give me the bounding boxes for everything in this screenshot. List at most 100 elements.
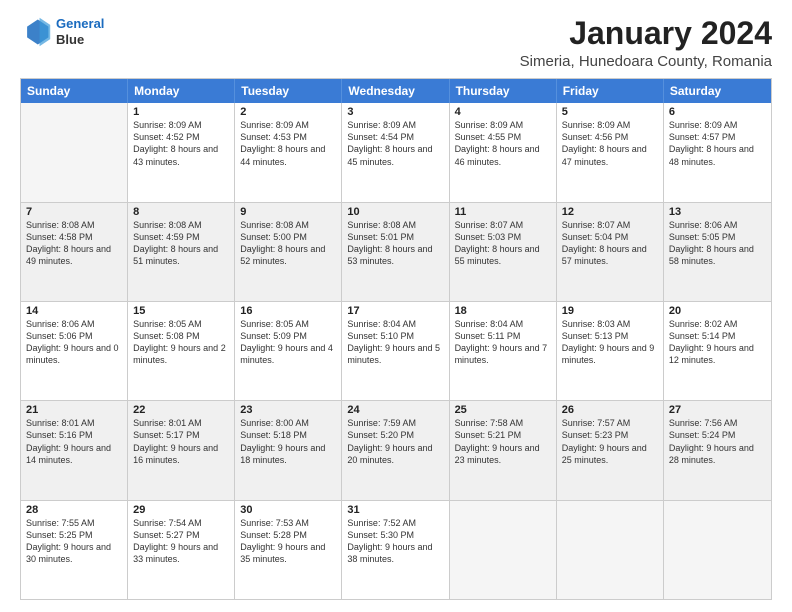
day-cell-3: 3Sunrise: 8:09 AMSunset: 4:54 PMDaylight… xyxy=(342,103,449,201)
main-title: January 2024 xyxy=(520,16,772,51)
day-number: 24 xyxy=(347,404,443,416)
day-number: 15 xyxy=(133,305,229,317)
day-number: 26 xyxy=(562,404,658,416)
sunrise-text: Sunrise: 7:56 AM xyxy=(669,417,766,429)
empty-cell-0-0 xyxy=(21,103,128,201)
sunset-text: Sunset: 5:06 PM xyxy=(26,330,122,342)
sunset-text: Sunset: 5:25 PM xyxy=(26,529,122,541)
day-number: 25 xyxy=(455,404,551,416)
sunrise-text: Sunrise: 7:57 AM xyxy=(562,417,658,429)
sunrise-text: Sunrise: 8:01 AM xyxy=(133,417,229,429)
daylight-text: Daylight: 8 hours and 47 minutes. xyxy=(562,143,658,167)
daylight-text: Daylight: 8 hours and 52 minutes. xyxy=(240,243,336,267)
sunset-text: Sunset: 5:04 PM xyxy=(562,231,658,243)
daylight-text: Daylight: 8 hours and 53 minutes. xyxy=(347,243,443,267)
day-cell-31: 31Sunrise: 7:52 AMSunset: 5:30 PMDayligh… xyxy=(342,501,449,599)
day-cell-9: 9Sunrise: 8:08 AMSunset: 5:00 PMDaylight… xyxy=(235,203,342,301)
daylight-text: Daylight: 9 hours and 7 minutes. xyxy=(455,342,551,366)
daylight-text: Daylight: 8 hours and 58 minutes. xyxy=(669,243,766,267)
header-day-saturday: Saturday xyxy=(664,79,771,103)
sunrise-text: Sunrise: 8:08 AM xyxy=(26,219,122,231)
sunset-text: Sunset: 5:24 PM xyxy=(669,429,766,441)
day-number: 10 xyxy=(347,206,443,218)
sunrise-text: Sunrise: 8:09 AM xyxy=(562,119,658,131)
sunset-text: Sunset: 5:08 PM xyxy=(133,330,229,342)
logo: General Blue xyxy=(20,16,104,48)
day-number: 6 xyxy=(669,106,766,118)
sunrise-text: Sunrise: 8:09 AM xyxy=(240,119,336,131)
sunrise-text: Sunrise: 8:01 AM xyxy=(26,417,122,429)
day-number: 8 xyxy=(133,206,229,218)
header-day-wednesday: Wednesday xyxy=(342,79,449,103)
day-number: 29 xyxy=(133,504,229,516)
header-day-friday: Friday xyxy=(557,79,664,103)
logo-line2: Blue xyxy=(56,32,84,47)
sunrise-text: Sunrise: 8:09 AM xyxy=(347,119,443,131)
day-cell-22: 22Sunrise: 8:01 AMSunset: 5:17 PMDayligh… xyxy=(128,401,235,499)
day-cell-24: 24Sunrise: 7:59 AMSunset: 5:20 PMDayligh… xyxy=(342,401,449,499)
header-day-sunday: Sunday xyxy=(21,79,128,103)
sunset-text: Sunset: 5:18 PM xyxy=(240,429,336,441)
sunrise-text: Sunrise: 7:55 AM xyxy=(26,517,122,529)
calendar: SundayMondayTuesdayWednesdayThursdayFrid… xyxy=(20,78,772,600)
sunrise-text: Sunrise: 8:05 AM xyxy=(133,318,229,330)
sunrise-text: Sunrise: 8:04 AM xyxy=(455,318,551,330)
sunset-text: Sunset: 5:11 PM xyxy=(455,330,551,342)
sunrise-text: Sunrise: 7:54 AM xyxy=(133,517,229,529)
day-cell-25: 25Sunrise: 7:58 AMSunset: 5:21 PMDayligh… xyxy=(450,401,557,499)
day-number: 13 xyxy=(669,206,766,218)
sunset-text: Sunset: 4:52 PM xyxy=(133,131,229,143)
sunset-text: Sunset: 5:17 PM xyxy=(133,429,229,441)
sunrise-text: Sunrise: 8:07 AM xyxy=(562,219,658,231)
daylight-text: Daylight: 9 hours and 0 minutes. xyxy=(26,342,122,366)
day-number: 11 xyxy=(455,206,551,218)
sunrise-text: Sunrise: 7:58 AM xyxy=(455,417,551,429)
sunset-text: Sunset: 4:57 PM xyxy=(669,131,766,143)
day-number: 14 xyxy=(26,305,122,317)
day-number: 30 xyxy=(240,504,336,516)
sunrise-text: Sunrise: 8:04 AM xyxy=(347,318,443,330)
day-number: 1 xyxy=(133,106,229,118)
sunrise-text: Sunrise: 8:06 AM xyxy=(669,219,766,231)
daylight-text: Daylight: 8 hours and 51 minutes. xyxy=(133,243,229,267)
day-cell-1: 1Sunrise: 8:09 AMSunset: 4:52 PMDaylight… xyxy=(128,103,235,201)
day-number: 23 xyxy=(240,404,336,416)
header: General Blue January 2024 Simeria, Huned… xyxy=(20,16,772,70)
empty-cell-4-4 xyxy=(450,501,557,599)
daylight-text: Daylight: 9 hours and 30 minutes. xyxy=(26,541,122,565)
header-day-tuesday: Tuesday xyxy=(235,79,342,103)
header-day-monday: Monday xyxy=(128,79,235,103)
sunrise-text: Sunrise: 8:09 AM xyxy=(455,119,551,131)
sunrise-text: Sunrise: 8:06 AM xyxy=(26,318,122,330)
day-cell-19: 19Sunrise: 8:03 AMSunset: 5:13 PMDayligh… xyxy=(557,302,664,400)
daylight-text: Daylight: 9 hours and 20 minutes. xyxy=(347,442,443,466)
day-cell-2: 2Sunrise: 8:09 AMSunset: 4:53 PMDaylight… xyxy=(235,103,342,201)
daylight-text: Daylight: 8 hours and 48 minutes. xyxy=(669,143,766,167)
sunrise-text: Sunrise: 7:53 AM xyxy=(240,517,336,529)
sunrise-text: Sunrise: 8:05 AM xyxy=(240,318,336,330)
daylight-text: Daylight: 9 hours and 38 minutes. xyxy=(347,541,443,565)
daylight-text: Daylight: 9 hours and 28 minutes. xyxy=(669,442,766,466)
sunset-text: Sunset: 5:30 PM xyxy=(347,529,443,541)
sunset-text: Sunset: 5:10 PM xyxy=(347,330,443,342)
sunrise-text: Sunrise: 8:08 AM xyxy=(133,219,229,231)
subtitle: Simeria, Hunedoara County, Romania xyxy=(520,53,772,70)
day-cell-12: 12Sunrise: 8:07 AMSunset: 5:04 PMDayligh… xyxy=(557,203,664,301)
sunset-text: Sunset: 4:53 PM xyxy=(240,131,336,143)
day-cell-18: 18Sunrise: 8:04 AMSunset: 5:11 PMDayligh… xyxy=(450,302,557,400)
daylight-text: Daylight: 8 hours and 55 minutes. xyxy=(455,243,551,267)
calendar-body: 1Sunrise: 8:09 AMSunset: 4:52 PMDaylight… xyxy=(21,103,771,599)
day-number: 20 xyxy=(669,305,766,317)
day-number: 18 xyxy=(455,305,551,317)
empty-cell-4-5 xyxy=(557,501,664,599)
sunrise-text: Sunrise: 8:09 AM xyxy=(133,119,229,131)
day-number: 19 xyxy=(562,305,658,317)
day-number: 31 xyxy=(347,504,443,516)
day-number: 12 xyxy=(562,206,658,218)
day-cell-7: 7Sunrise: 8:08 AMSunset: 4:58 PMDaylight… xyxy=(21,203,128,301)
sunset-text: Sunset: 4:55 PM xyxy=(455,131,551,143)
day-cell-17: 17Sunrise: 8:04 AMSunset: 5:10 PMDayligh… xyxy=(342,302,449,400)
daylight-text: Daylight: 9 hours and 14 minutes. xyxy=(26,442,122,466)
day-number: 28 xyxy=(26,504,122,516)
sunset-text: Sunset: 5:21 PM xyxy=(455,429,551,441)
